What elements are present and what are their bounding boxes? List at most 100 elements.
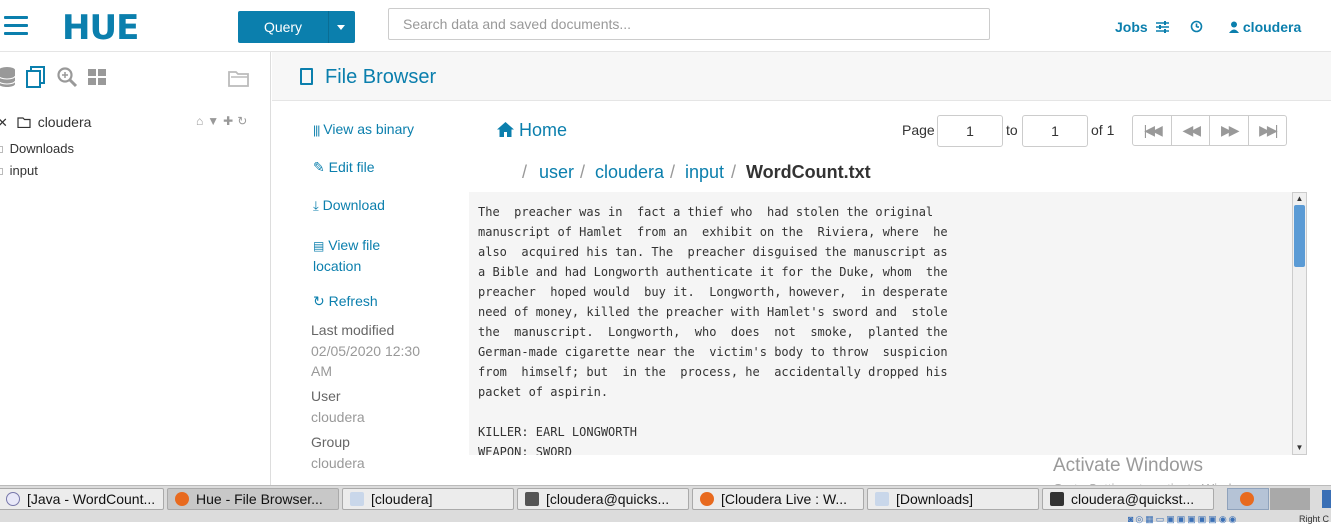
query-button[interactable]: Query [238, 11, 355, 43]
user-menu[interactable]: cloudera [1229, 19, 1301, 35]
user-label: User [311, 388, 341, 404]
last-modified-label: Last modified [311, 322, 395, 338]
refresh-label: Refresh [328, 293, 378, 309]
of-label: of 1 [1091, 122, 1115, 138]
folder-icon [875, 492, 889, 506]
tree-item-downloads[interactable]: Downloads [0, 141, 74, 156]
page-to-input[interactable] [1022, 115, 1088, 147]
checkbox-icon[interactable] [0, 146, 3, 153]
workspace-switcher[interactable] [1227, 488, 1269, 510]
tree-item-label: Downloads [9, 141, 74, 156]
home-label: Home [519, 120, 568, 140]
firefox-icon [700, 492, 714, 506]
taskbar-item[interactable]: [cloudera] [342, 488, 514, 510]
dashboard-icon[interactable] [87, 66, 109, 88]
taskbar: [Java - WordCount... Hue - File Browser.… [0, 485, 1331, 524]
firefox-icon [175, 492, 189, 506]
page-from-input[interactable] [937, 115, 1003, 147]
taskbar-item[interactable]: [Downloads] [867, 488, 1039, 510]
left-panel: ✕ cloudera ⌂▼✚↻ Downloads input [0, 52, 271, 485]
breadcrumb-item[interactable]: cloudera [595, 162, 664, 183]
breadcrumb-current: WordCount.txt [746, 162, 871, 182]
tree-root-label: cloudera [37, 114, 92, 130]
next-page-icon[interactable]: ▶▶ [1210, 116, 1249, 145]
view-location-label-1: View file [328, 237, 381, 253]
refresh-link[interactable]: ↻ Refresh [313, 293, 378, 310]
user-value: cloudera [311, 409, 365, 425]
terminal-icon [525, 492, 539, 506]
hamburger-menu-icon[interactable] [4, 16, 28, 36]
query-button-divider [328, 11, 329, 43]
terminal-icon [1050, 492, 1064, 506]
activate-windows-title: Activate Windows [1053, 455, 1203, 476]
view-location-label-2: location [313, 258, 362, 274]
edit-file-link[interactable]: ✎ Edit file [313, 159, 375, 176]
breadcrumb-item[interactable]: input [685, 162, 724, 183]
taskbar-item-label: [cloudera@quicks... [546, 491, 670, 507]
breadcrumb-item[interactable]: user [539, 162, 574, 183]
home-icon [497, 122, 514, 137]
pagination-buttons: |◀◀ ◀◀ ▶▶ ▶▶| [1132, 115, 1287, 146]
tree-item-label: input [9, 163, 38, 178]
database-icon[interactable] [0, 66, 18, 88]
taskbar-item-label: [Cloudera Live : W... [721, 491, 848, 507]
to-label: to [1006, 122, 1018, 138]
tree-root[interactable]: ✕ cloudera [0, 114, 91, 131]
workspace-switcher-2[interactable] [1270, 488, 1310, 510]
page-title: File Browser [325, 66, 437, 88]
sliders-icon [1155, 21, 1169, 33]
refresh-icon[interactable]: ↻ [237, 114, 251, 128]
tray-text: Right C [1299, 514, 1330, 524]
files-icon[interactable] [25, 66, 47, 88]
last-modified-value-line2: AM [311, 363, 332, 379]
vertical-scrollbar[interactable]: ▲ ▼ [1292, 192, 1307, 455]
plus-icon[interactable]: ✚ [223, 114, 237, 128]
prev-page-icon[interactable]: ◀◀ [1172, 116, 1210, 145]
filter-icon[interactable]: ▼ [207, 114, 223, 128]
folder-open-icon[interactable] [228, 66, 250, 88]
top-navbar: HUE Query Jobs cloudera [0, 0, 1331, 52]
taskbar-item[interactable]: Hue - File Browser... [167, 488, 339, 510]
show-desktop-button[interactable] [1322, 490, 1331, 508]
scroll-up-icon[interactable]: ▲ [1293, 193, 1306, 205]
user-name: cloudera [1242, 19, 1302, 35]
view-location-link[interactable]: ▤ View file location [313, 235, 380, 276]
system-tray-icons[interactable]: ◙◎▦▭▣▣▣▣▣◉◉ [1128, 514, 1239, 524]
chevron-down-icon[interactable] [337, 25, 345, 30]
download-link[interactable]: ⤓ Download [313, 197, 385, 214]
history-icon[interactable] [1190, 19, 1203, 35]
page-label: Page [902, 122, 935, 138]
breadcrumb-sep: / [731, 162, 737, 182]
file-icon [300, 68, 313, 85]
home-link[interactable]: Home [497, 120, 567, 141]
taskbar-item[interactable]: cloudera@quickst... [1042, 488, 1214, 510]
hue-logo[interactable]: HUE [62, 8, 139, 48]
scrollbar-thumb[interactable] [1294, 205, 1305, 267]
taskbar-item[interactable]: [Cloudera Live : W... [692, 488, 864, 510]
taskbar-item[interactable]: [cloudera@quicks... [517, 488, 689, 510]
download-label: Download [322, 197, 385, 213]
breadcrumb-sep: / [522, 162, 528, 182]
tree-item-input[interactable]: input [0, 163, 38, 178]
first-page-icon[interactable]: |◀◀ [1133, 116, 1172, 145]
tree-toolbar: ⌂▼✚↻ [196, 114, 251, 128]
checkbox-icon[interactable] [0, 168, 3, 175]
search-icon[interactable] [56, 66, 78, 88]
view-binary-link[interactable]: ||| View as binary [313, 121, 414, 137]
taskbar-item-label: [cloudera] [371, 491, 433, 507]
jobs-link[interactable]: Jobs [1115, 19, 1169, 35]
download-icon: ⤓ [313, 198, 319, 213]
pencil-icon: ✎ [313, 159, 325, 175]
file-content-viewer[interactable]: The preacher was in fact a thief who had… [469, 192, 1292, 455]
home-icon[interactable]: ⌂ [196, 114, 207, 128]
last-page-icon[interactable]: ▶▶| [1249, 116, 1287, 145]
search-input[interactable] [388, 8, 990, 40]
close-icon[interactable]: ✕ [0, 115, 8, 130]
breadcrumb-sep: / [580, 162, 586, 182]
taskbar-item[interactable]: [Java - WordCount... [0, 488, 164, 510]
folder-icon [350, 492, 364, 506]
last-modified-value: 02/05/2020 12:30 AM [311, 341, 420, 381]
folder-icon [17, 117, 31, 129]
scroll-down-icon[interactable]: ▼ [1293, 442, 1306, 454]
jobs-label: Jobs [1115, 19, 1148, 35]
